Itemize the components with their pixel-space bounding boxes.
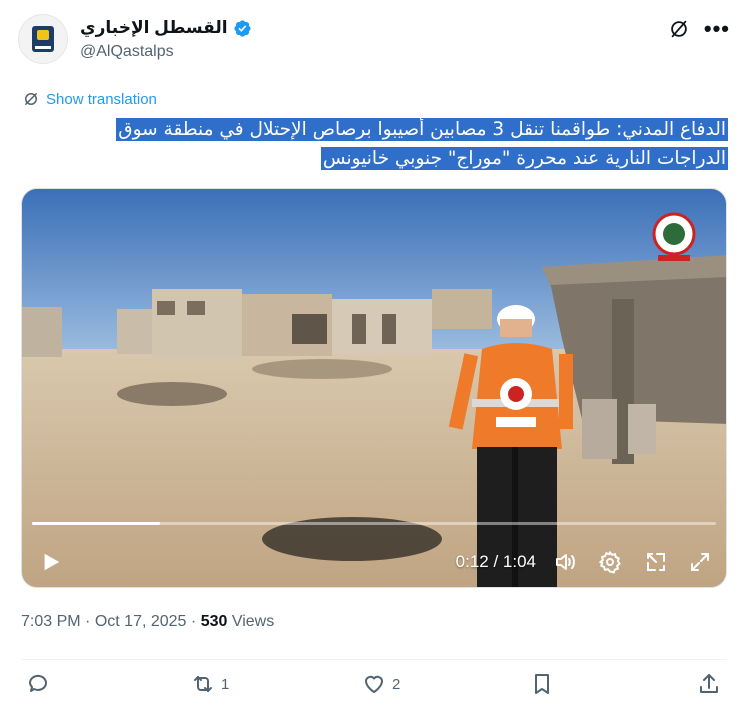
reply-button[interactable]	[27, 672, 57, 696]
translate-icon[interactable]	[668, 18, 690, 40]
tweet-date[interactable]: Oct 17, 2025	[95, 613, 187, 630]
volume-icon[interactable]	[553, 550, 577, 574]
repost-count: 1	[221, 675, 230, 693]
video-player[interactable]: 0:12 / 1:04	[21, 188, 727, 588]
video-time: 0:12 / 1:04	[455, 552, 536, 571]
fullscreen-icon[interactable]	[688, 550, 712, 574]
show-translation-link[interactable]: Show translation	[22, 90, 157, 108]
play-icon[interactable]	[40, 551, 62, 573]
views-label: Views	[231, 613, 275, 630]
tweet-text: الدفاع المدني: طواقمنا تنقل 3 مصابين أصي…	[22, 115, 728, 173]
video-progress-fill	[32, 522, 161, 525]
divider	[21, 659, 727, 660]
account-handle[interactable]: @AlQastalps	[80, 43, 252, 61]
action-bar: 1 2	[21, 672, 727, 702]
show-translation-label: Show translation	[46, 90, 157, 108]
tweet-text-line-2: الدراجات النارية عند محررة "موراج" جنوبي…	[320, 147, 728, 170]
tweet-time[interactable]: 7:03 PM	[21, 613, 81, 630]
display-name[interactable]: القسطل الإخباري	[80, 18, 228, 38]
video-progress-bar[interactable]	[32, 522, 716, 525]
like-button[interactable]: 2	[362, 672, 400, 696]
repost-icon	[194, 676, 212, 692]
bookmark-icon	[535, 674, 549, 694]
share-button[interactable]	[697, 672, 721, 696]
verified-badge-icon	[234, 19, 251, 37]
views-count: 530	[200, 613, 228, 630]
display-name-row[interactable]: القسطل الإخباري	[80, 18, 252, 38]
bookmark-button[interactable]	[530, 672, 554, 696]
settings-gear-icon[interactable]	[598, 550, 622, 574]
more-options-icon[interactable]: •••	[704, 18, 730, 40]
repost-button[interactable]: 1	[191, 672, 229, 696]
tweet-text-line-1: الدفاع المدني: طواقمنا تنقل 3 مصابين أصي…	[116, 118, 728, 141]
alqastal-logo-icon	[32, 26, 54, 52]
heart-icon	[365, 675, 383, 693]
top-actions: •••	[668, 18, 730, 40]
share-icon	[700, 674, 718, 693]
meta-separator: ·	[85, 613, 91, 630]
translate-icon	[25, 93, 37, 105]
like-count: 2	[392, 675, 401, 693]
picture-in-picture-icon[interactable]	[644, 550, 668, 574]
tweet-meta: 7:03 PM · Oct 17, 2025 · 530 Views	[21, 613, 274, 631]
tweet-header: القسطل الإخباري @AlQastalps •••	[18, 8, 730, 68]
avatar[interactable]	[18, 14, 68, 64]
video-frame	[22, 189, 726, 587]
reply-icon	[28, 674, 47, 692]
account-names: القسطل الإخباري @AlQastalps	[80, 18, 252, 61]
meta-separator: ·	[190, 613, 197, 630]
